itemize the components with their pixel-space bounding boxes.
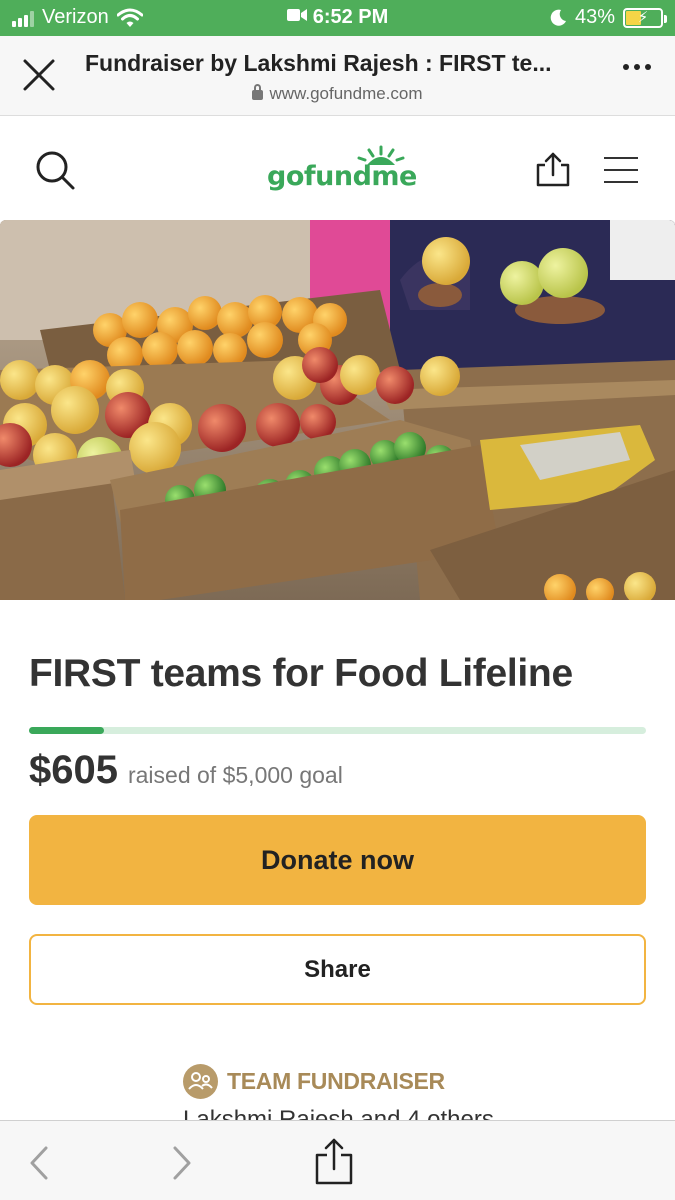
goal-text: raised of $5,000 goal [127, 762, 343, 788]
battery-icon: ⚡ [623, 7, 667, 28]
progress-bar [29, 727, 646, 734]
campaign-title: FIRST teams for Food Lifeline [29, 652, 573, 695]
share-icon[interactable] [313, 1137, 355, 1185]
ellipsis-icon [623, 64, 629, 70]
team-fundraiser-badge: TEAM FUNDRAISER [183, 1064, 445, 1099]
upload-icon[interactable] [534, 151, 572, 189]
team-icon [183, 1064, 218, 1099]
battery-percent: 43% [574, 6, 615, 28]
clock-time: 6:52 PM [312, 6, 389, 28]
browser-bottom-toolbar [0, 1120, 675, 1200]
gofundme-logo[interactable]: gofundme [267, 145, 417, 192]
chevron-left-icon[interactable] [28, 1145, 50, 1181]
status-bar: Verizon 6:52 PM 43% ⚡ [0, 0, 675, 36]
status-right: 43% ⚡ [549, 6, 667, 29]
url-text: www.gofundme.com [269, 84, 423, 103]
video-camera-icon [286, 9, 307, 21]
browser-header: Fundraiser by Lakshmi Rajesh : FIRST te.… [0, 36, 675, 116]
hamburger-icon[interactable] [604, 157, 638, 183]
chevron-right-icon[interactable] [171, 1145, 193, 1181]
raised-row: $605 raised of $5,000 goal [29, 748, 343, 793]
donate-now-button[interactable]: Donate now [29, 815, 646, 905]
team-fundraiser-label: TEAM FUNDRAISER [227, 1068, 445, 1094]
share-button[interactable]: Share [29, 934, 646, 1005]
logo-text: gofundme [267, 161, 417, 192]
raised-amount: $605 [29, 748, 118, 792]
more-options-button[interactable] [623, 64, 651, 70]
browser-page-title: Fundraiser by Lakshmi Rajesh : FIRST te.… [85, 50, 552, 76]
url-row[interactable]: www.gofundme.com [0, 84, 675, 104]
site-nav: gofundme [0, 117, 675, 220]
campaign-hero-image [0, 220, 675, 600]
progress-fill [29, 727, 104, 734]
produce-photo [0, 220, 675, 600]
lock-icon [252, 84, 264, 100]
moon-icon [550, 9, 566, 26]
search-icon[interactable] [34, 149, 76, 191]
